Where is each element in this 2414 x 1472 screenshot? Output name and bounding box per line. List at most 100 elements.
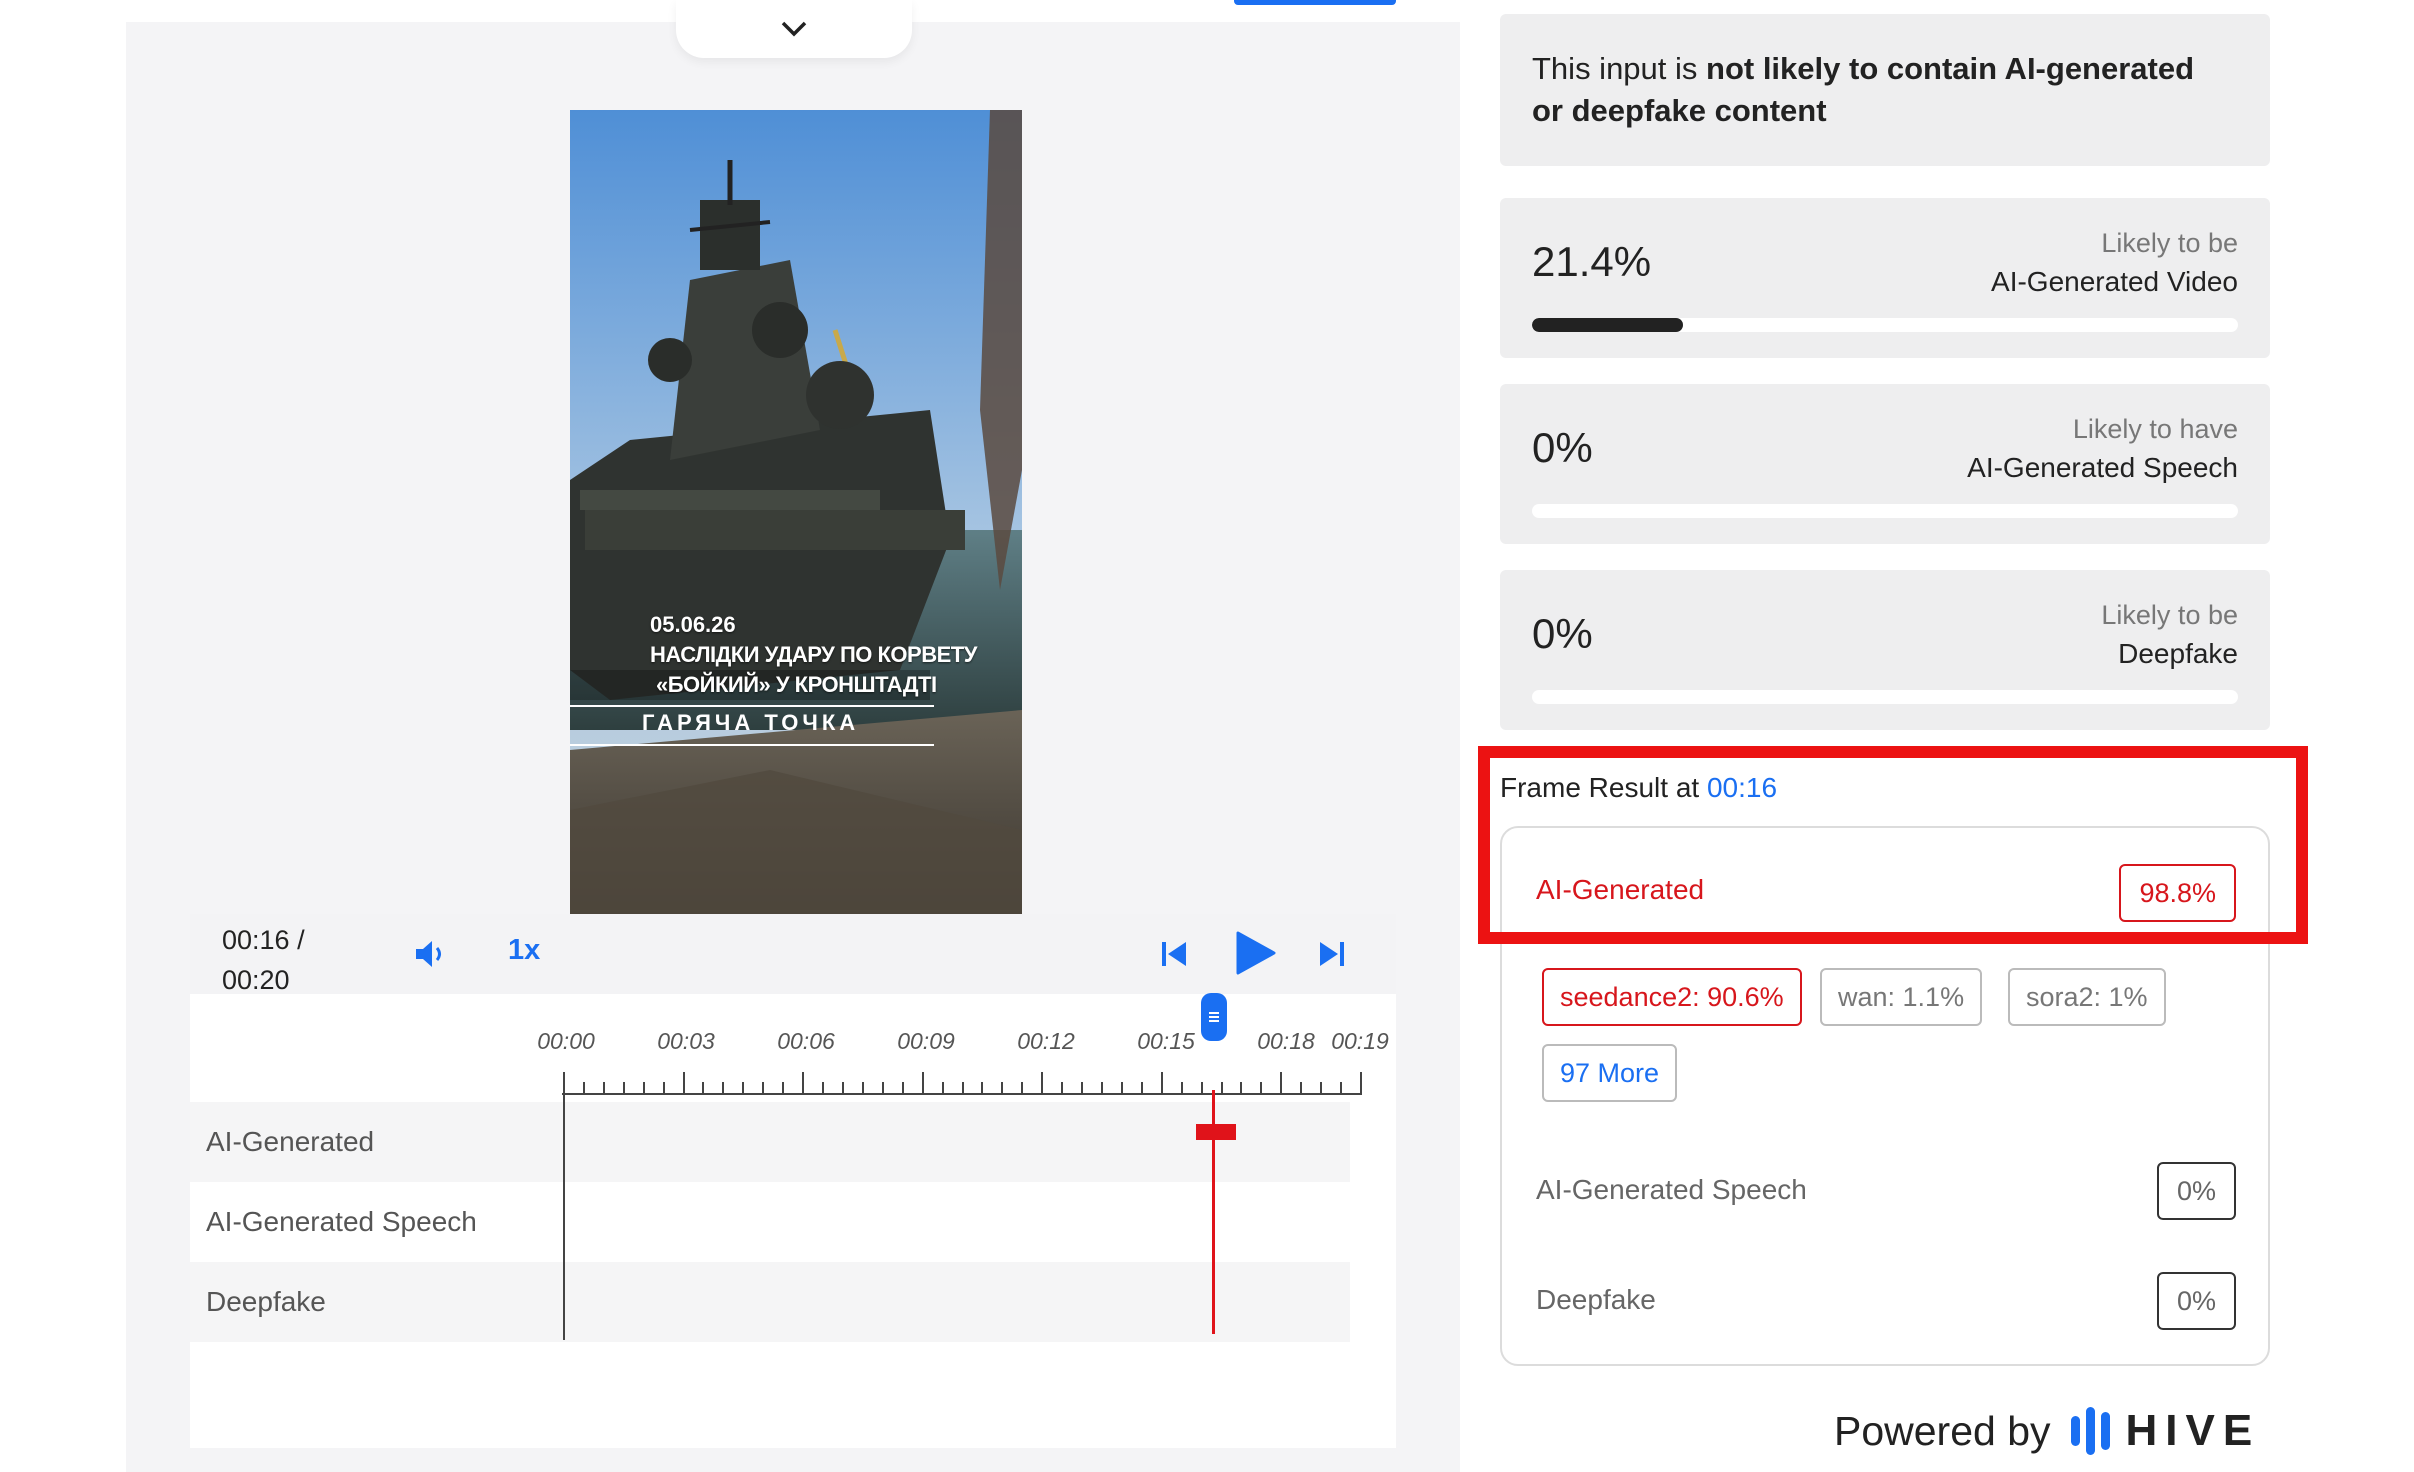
playback-speed-button[interactable]: 1x [508,934,540,967]
timeline-tick [981,1082,984,1094]
model-chip-seedance2[interactable]: seedance2: 90.6% [1542,968,1802,1026]
frame-result-title-text: Frame Result at [1500,772,1707,803]
stat-card-deepfake: 0% Likely to be Deepfake [1500,570,2270,730]
timeline-tick [1180,1082,1183,1094]
tick-label: 00:09 [897,1028,955,1054]
skip-forward-button[interactable] [1314,936,1350,972]
tick-label: 00:06 [777,1028,835,1054]
tick-label: 00:00 [537,1028,595,1054]
tick-label: 00:15 [1137,1028,1195,1054]
frame-result-card: AI-Generated 98.8% seedance2: 90.6% wan:… [1500,826,2270,1366]
page: 05.06.26 НАСЛІДКИ УДАРУ ПО КОРВЕТУ «БОЙК… [0,0,2414,1472]
video-caption-date: 05.06.26 [650,612,736,637]
frame-result-title: Frame Result at 00:16 [1500,772,1777,804]
timeline-row-label: Deepfake [206,1286,326,1317]
timeline-row-speech: AI-Generated Speech [190,1182,1350,1262]
volume-icon [416,941,441,967]
timeline-start-line [563,1076,565,1340]
timeline-tick [622,1082,625,1094]
stat-card-ai-speech: 0% Likely to have AI-Generated Speech [1500,384,2270,544]
collapse-toggle[interactable] [676,0,912,58]
timeline-tick [1120,1082,1123,1094]
playhead-line [1212,1090,1215,1334]
timeline-tick [1300,1082,1303,1094]
timeline-tick [961,1082,964,1094]
playhead-handle[interactable] [1201,993,1227,1041]
video-preview[interactable]: 05.06.26 НАСЛІДКИ УДАРУ ПО КОРВЕТУ «БОЙК… [570,110,1022,914]
timeline-tick [1140,1082,1143,1094]
timeline-tick [1100,1082,1103,1094]
timeline-tick [1320,1082,1323,1094]
timeline-row-label: AI-Generated Speech [206,1206,477,1237]
stat-value: 0% [1532,424,1593,471]
volume-button[interactable] [412,936,452,972]
timeline-row-deepfake: Deepfake [190,1262,1350,1342]
player-controls: 00:16 / 00:20 1x [190,914,1396,995]
frame-result-timestamp[interactable]: 00:16 [1707,772,1777,803]
timeline-tick [762,1082,765,1094]
summary-prefix: This input is [1532,51,1707,86]
timeline-tick [1360,1072,1362,1094]
video-caption-line1: НАСЛІДКИ УДАРУ ПО КОРВЕТУ [650,642,977,667]
stat-card-ai-video: 21.4% Likely to be AI-Generated Video [1500,198,2270,358]
timeline-tick [1280,1072,1283,1094]
timeline-tick [1061,1082,1064,1094]
timeline-tick [1200,1082,1203,1094]
skip-previous-icon [1162,942,1186,966]
timeline-tick [1081,1082,1084,1094]
stat-caption: Likely to be [2101,228,2238,258]
timeline-tick [722,1082,725,1094]
model-chip-sora2[interactable]: sora2: 1% [2008,968,2166,1026]
timeline-tick [1160,1072,1163,1094]
current-time: 00:16 / [222,925,305,955]
stat-category: AI-Generated Speech [1967,452,2238,483]
frame-speech-score-badge: 0% [2156,1162,2236,1220]
timeline-tick [682,1072,685,1094]
timeline-tick [802,1072,805,1094]
detection-timeline: AI-Generated AI-Generated Speech Deepfak… [190,994,1396,1448]
stat-bar-track [1532,318,2238,332]
stat-value: 0% [1532,610,1593,657]
video-caption-line2: «БОЙКИЙ» У КРОНШТАДТІ [656,672,937,697]
ai-detection-segment[interactable] [1196,1124,1236,1140]
timeline-tick [742,1082,745,1094]
timeline-tick [901,1082,904,1094]
model-chip-wan[interactable]: wan: 1.1% [1820,968,1983,1026]
stat-bar-fill [1532,318,1684,332]
timeline-tick [602,1082,605,1094]
hive-logo[interactable]: HIVE [2070,1406,2261,1456]
timeline-tick [1220,1082,1223,1094]
top-action-button-edge[interactable] [1234,0,1396,5]
stat-value: 21.4% [1532,238,1652,285]
timeline-tick [881,1082,884,1094]
timeline-tick [941,1082,944,1094]
timeline-tick [702,1082,705,1094]
stat-bar-track [1532,504,2238,518]
frame-deepfake-score-badge: 0% [2156,1272,2236,1330]
play-button[interactable] [1230,928,1280,978]
timeline-tick [1340,1082,1343,1094]
timeline-tick [921,1072,924,1094]
timeline-tick [582,1082,585,1094]
timeline-tick [1001,1082,1004,1094]
powered-by-text: Powered by [1834,1407,2051,1454]
summary-card: This input is not likely to contain AI-g… [1500,14,2270,166]
tick-label: 00:19 [1331,1028,1389,1054]
timeline-tick [822,1082,825,1094]
hive-brand-text: HIVE [2125,1406,2261,1455]
skip-back-button[interactable] [1156,936,1192,972]
stat-caption: Likely to be [2101,600,2238,630]
stat-category: Deepfake [2118,638,2238,669]
frame-speech-label: AI-Generated Speech [1536,1174,1807,1205]
more-models-button[interactable]: 97 More [1542,1044,1678,1102]
stat-bar-track [1532,690,2238,704]
tick-label: 00:12 [1017,1028,1075,1054]
skip-next-icon [1320,942,1344,966]
frame-ai-label: AI-Generated [1536,874,1705,905]
timeline-tick [861,1082,864,1094]
hive-logo-icon [2070,1407,2110,1455]
tick-label: 00:03 [657,1028,715,1054]
timeline-tick [1260,1082,1263,1094]
video-channel-label: ГАРЯЧА ТОЧКА [642,710,860,735]
timeline-tick [662,1082,665,1094]
